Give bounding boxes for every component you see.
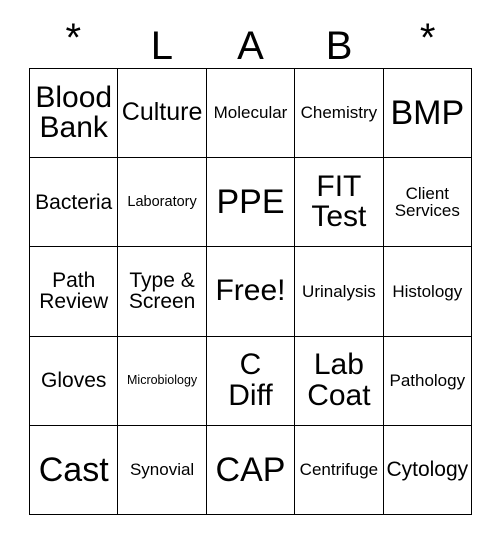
bingo-cell[interactable]: Culture (118, 69, 207, 159)
bingo-cell-label: Centrifuge (299, 460, 379, 480)
bingo-cell-label: Chemistry (300, 103, 378, 123)
bingo-cell-label: Culture (121, 98, 203, 127)
bingo-card: * L A B * Blood Bank Culture Molecular Chemistr… (0, 0, 500, 544)
bingo-cell[interactable]: Histology (383, 247, 472, 337)
bingo-cell[interactable]: Molecular (206, 69, 296, 159)
bingo-grid: Blood Bank Culture Molecular Chemistry BMP Ba… (29, 68, 472, 515)
bingo-cell-label: Molecular (213, 103, 288, 123)
bingo-cell[interactable]: Type & Screen (118, 247, 207, 337)
bingo-cell[interactable]: Lab Coat (295, 336, 384, 426)
bingo-cell-label: Client Services (394, 183, 460, 221)
bingo-cell[interactable]: Client Services (383, 158, 472, 248)
bingo-cell[interactable]: PPE (206, 158, 296, 248)
bingo-header-letter-3: A (237, 24, 264, 68)
bingo-cell-label: PPE (216, 182, 285, 221)
bingo-cell-label: BMP (390, 93, 465, 132)
bingo-header-letter-1: * (65, 16, 82, 60)
bingo-cell[interactable]: FIT Test (295, 158, 384, 248)
bingo-cell[interactable]: Bacteria (30, 158, 119, 248)
bingo-cell-label: Synovial (129, 460, 195, 480)
bingo-cell-label: C Diff (228, 348, 273, 412)
bingo-header-letter-2: L (150, 24, 174, 68)
bingo-cell[interactable]: C Diff (206, 336, 296, 426)
bingo-cell[interactable]: Chemistry (295, 69, 384, 159)
bingo-cell-label: FIT Test (311, 169, 367, 234)
bingo-cell[interactable]: Cast (30, 425, 119, 515)
bingo-cell-label: Bacteria (35, 190, 113, 214)
bingo-header-letter-5: * (419, 16, 436, 60)
bingo-cell[interactable]: Pathology (383, 336, 472, 426)
bingo-cell-label: Microbiology (127, 373, 198, 388)
bingo-cell-label: Histology (392, 281, 463, 301)
bingo-cell-label: Path Review (39, 269, 109, 314)
bingo-cell[interactable]: Synovial (118, 425, 207, 515)
bingo-cell-label: Cast (38, 450, 109, 489)
bingo-cell-label: Laboratory (127, 193, 197, 210)
bingo-header-letter-4: B (325, 24, 353, 68)
bingo-free-space[interactable]: Free! (206, 247, 296, 337)
bingo-cell[interactable]: Urinalysis (295, 247, 384, 337)
bingo-cell-label: Lab Coat (307, 348, 371, 412)
bingo-cell[interactable]: Microbiology (118, 336, 207, 426)
bingo-cell[interactable]: Blood Bank (30, 69, 119, 159)
bingo-cell[interactable]: Laboratory (118, 158, 207, 248)
bingo-cell-label: Type & Screen (128, 269, 196, 314)
bingo-cell-label: Pathology (389, 371, 466, 391)
bingo-cell[interactable]: Path Review (30, 247, 119, 337)
bingo-cell-label: Blood Bank (35, 80, 113, 145)
bingo-cell-label: CAP (215, 450, 286, 489)
bingo-cell[interactable]: Cytology (383, 425, 472, 515)
bingo-cell-label: Urinalysis (302, 281, 376, 301)
bingo-cell[interactable]: Gloves (30, 336, 119, 426)
bingo-cell[interactable]: BMP (383, 69, 472, 159)
bingo-cell-label: Gloves (41, 368, 107, 392)
bingo-cell-label: Free! (215, 274, 286, 308)
bingo-cell[interactable]: CAP (206, 425, 296, 515)
bingo-cell[interactable]: Centrifuge (295, 425, 384, 515)
bingo-cell-label: Cytology (386, 458, 469, 482)
bingo-header: * L A B * (29, 10, 472, 68)
